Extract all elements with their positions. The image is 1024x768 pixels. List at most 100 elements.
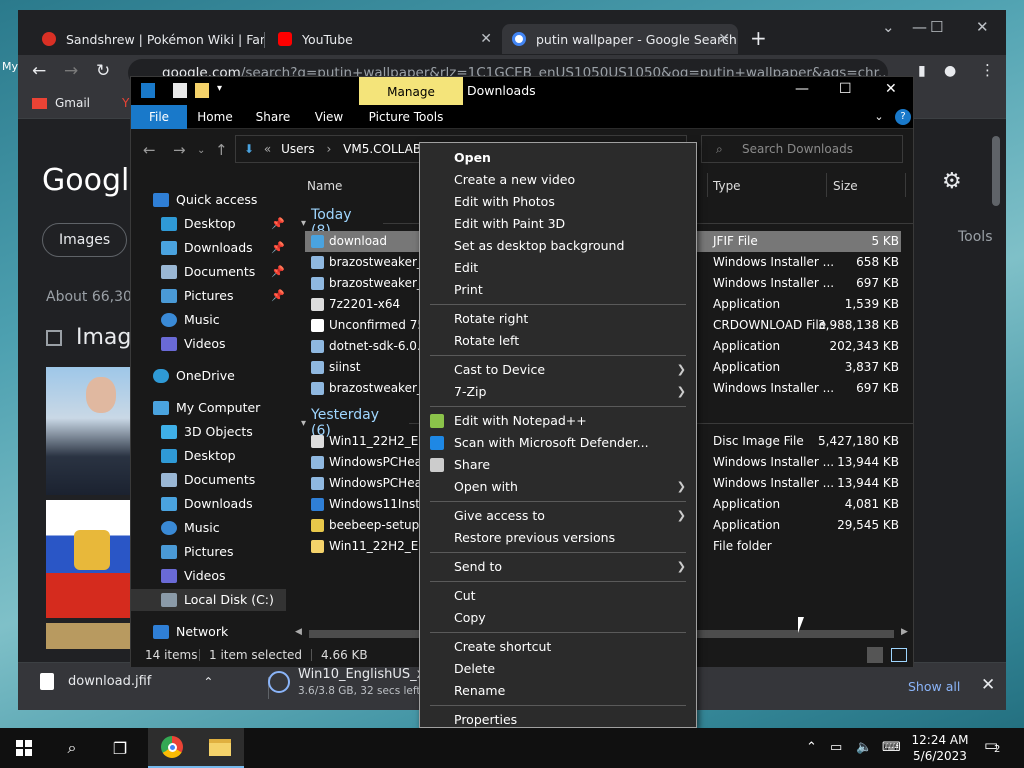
bookmark-gmail[interactable]: Gmail — [32, 96, 90, 110]
search-icon[interactable]: ⌕ — [48, 728, 96, 768]
reload-icon[interactable]: ↻ — [96, 61, 110, 81]
nav-videos[interactable]: Videos — [161, 333, 226, 355]
menu-item-send-to[interactable]: Send to ❯ — [422, 556, 694, 578]
menu-item-print[interactable]: Print — [422, 279, 694, 301]
menu-item-cast-to-device[interactable]: Cast to Device ❯ — [422, 359, 694, 381]
bookmark-youtube[interactable]: Y — [122, 96, 129, 110]
nav-onedrive[interactable]: OneDrive — [153, 365, 235, 387]
menu-item-restore-previous-versions[interactable]: Restore previous versions — [422, 527, 694, 549]
back-arrow-icon[interactable]: ← — [32, 61, 46, 81]
nav-pictures[interactable]: Pictures — [161, 285, 234, 307]
close-window-icon[interactable]: ✕ — [976, 18, 989, 36]
back-arrow-icon[interactable]: ← — [143, 141, 156, 159]
nav-3d-objects[interactable]: 3D Objects — [161, 421, 253, 443]
download-item-win10[interactable]: Win10_EnglishUS_x... 3.6/3.8 GB, 32 secs… — [268, 667, 437, 697]
nav-music-pc[interactable]: Music — [161, 517, 220, 539]
notification-center-icon[interactable]: ▭ 2 — [984, 736, 1000, 755]
chevron-up-icon[interactable]: ⌃ — [806, 740, 817, 755]
tools-button[interactable]: Tools — [958, 229, 993, 245]
up-arrow-icon[interactable]: ↑ — [215, 141, 228, 159]
column-header-size[interactable]: Size — [833, 179, 858, 193]
breadcrumb-users[interactable]: Users — [281, 142, 315, 156]
menu-item-7-zip[interactable]: 7-Zip ❯ — [422, 381, 694, 403]
menu-item-rotate-right[interactable]: Rotate right — [422, 308, 694, 330]
properties-icon[interactable] — [173, 83, 187, 98]
menu-item-cut[interactable]: Cut — [422, 585, 694, 607]
new-folder-icon[interactable] — [195, 83, 209, 98]
nav-downloads-pc[interactable]: Downloads — [161, 493, 253, 515]
minimize-icon[interactable]: — — [912, 18, 927, 36]
nav-quick-access[interactable]: Quick access — [153, 189, 257, 211]
manage-tab[interactable]: Manage — [359, 77, 463, 107]
task-view-icon[interactable]: ❐ — [96, 728, 144, 768]
column-separator[interactable] — [905, 173, 906, 197]
column-header-type[interactable]: Type — [713, 179, 741, 193]
search-input[interactable]: ⌕ Search Downloads — [701, 135, 903, 163]
menu-item-delete[interactable]: Delete — [422, 658, 694, 680]
sidebar-icon[interactable]: ▮ — [918, 63, 926, 79]
gear-icon[interactable]: ⚙ — [942, 169, 962, 194]
maximize-icon[interactable]: ☐ — [930, 18, 943, 36]
nav-network[interactable]: Network — [153, 621, 228, 643]
menu-item-set-as-desktop-background[interactable]: Set as desktop background — [422, 235, 694, 257]
minimize-icon[interactable]: — — [795, 81, 809, 97]
menu-item-rotate-left[interactable]: Rotate left — [422, 330, 694, 352]
chevron-up-icon[interactable]: ⌃ — [203, 675, 213, 689]
tab-youtube[interactable]: YouTube ✕ — [268, 24, 500, 54]
details-view-icon[interactable] — [867, 647, 883, 663]
chevron-down-icon[interactable]: ⌄ — [882, 18, 895, 36]
menu-item-copy[interactable]: Copy — [422, 607, 694, 629]
nav-documents[interactable]: Documents — [161, 261, 255, 283]
nav-my-computer[interactable]: My Computer — [153, 397, 260, 419]
nav-pictures-pc[interactable]: Pictures — [161, 541, 234, 563]
image-thumbnail[interactable] — [46, 500, 136, 618]
chevron-down-icon[interactable]: ⌄ — [871, 105, 887, 129]
new-tab-button[interactable]: + — [750, 26, 767, 50]
customize-qat-icon[interactable]: ▾ — [217, 83, 225, 98]
ribbon-tab-picture-tools[interactable]: Picture Tools — [365, 105, 447, 129]
volume-icon[interactable]: 🔈 — [856, 740, 872, 755]
profile-icon[interactable]: ● — [944, 63, 956, 79]
menu-item-edit-with-photos[interactable]: Edit with Photos — [422, 191, 694, 213]
ribbon-tab-view[interactable]: View — [307, 105, 351, 129]
ribbon-tab-share[interactable]: Share — [251, 105, 295, 129]
help-icon[interactable]: ? — [895, 109, 911, 125]
menu-item-give-access-to[interactable]: Give access to ❯ — [422, 505, 694, 527]
nav-desktop-pc[interactable]: Desktop — [161, 445, 236, 467]
recent-locations-icon[interactable]: ⌄ — [197, 145, 205, 156]
menu-item-create-a-new-video[interactable]: Create a new video — [422, 169, 694, 191]
file-explorer-taskbar-icon[interactable] — [196, 728, 244, 768]
nav-local-disk[interactable]: Local Disk (C:) — [131, 589, 286, 611]
maximize-icon[interactable]: ☐ — [839, 81, 852, 97]
menu-item-rename[interactable]: Rename — [422, 680, 694, 702]
network-status-icon[interactable]: ▭ — [830, 740, 842, 755]
quick-access-down-icon[interactable] — [141, 83, 155, 98]
address-overflow[interactable]: « — [264, 142, 271, 156]
close-icon[interactable]: ✕ — [981, 675, 995, 695]
menu-item-create-shortcut[interactable]: Create shortcut — [422, 636, 694, 658]
menu-item-open-with[interactable]: Open with ❯ — [422, 476, 694, 498]
tab-sandshrew[interactable]: Sandshrew | Pokémon Wiki | Fan — [32, 24, 264, 54]
nav-downloads[interactable]: Downloads — [161, 237, 253, 259]
menu-item-share[interactable]: Share — [422, 454, 694, 476]
menu-item-scan-with-microsoft-defender[interactable]: Scan with Microsoft Defender... — [422, 432, 694, 454]
clock[interactable]: 12:24 AM 5/6/2023 — [906, 732, 974, 764]
images-filter-button[interactable]: Images — [42, 223, 128, 257]
download-item-jfif[interactable]: download.jfif ⌃ — [40, 673, 213, 690]
show-all-button[interactable]: Show all — [908, 679, 960, 694]
ribbon-tab-home[interactable]: Home — [193, 105, 237, 129]
scrollbar-thumb[interactable] — [992, 136, 1000, 206]
forward-arrow-icon[interactable]: → — [64, 61, 78, 81]
close-icon[interactable]: ✕ — [718, 31, 730, 47]
menu-item-edit-with-paint-3d[interactable]: Edit with Paint 3D — [422, 213, 694, 235]
nav-desktop[interactable]: Desktop — [161, 213, 236, 235]
tab-google-search[interactable]: putin wallpaper - Google Search ✕ — [502, 24, 738, 54]
close-icon[interactable]: ✕ — [480, 31, 492, 47]
image-thumbnail[interactable] — [46, 367, 136, 495]
column-header-name[interactable]: Name — [307, 179, 342, 193]
column-separator[interactable] — [826, 173, 827, 197]
menu-item-open[interactable]: Open — [422, 147, 694, 169]
menu-item-edit-with-notepad[interactable]: Edit with Notepad++ — [422, 410, 694, 432]
image-thumbnail[interactable] — [46, 623, 136, 649]
chrome-taskbar-icon[interactable] — [148, 728, 196, 768]
